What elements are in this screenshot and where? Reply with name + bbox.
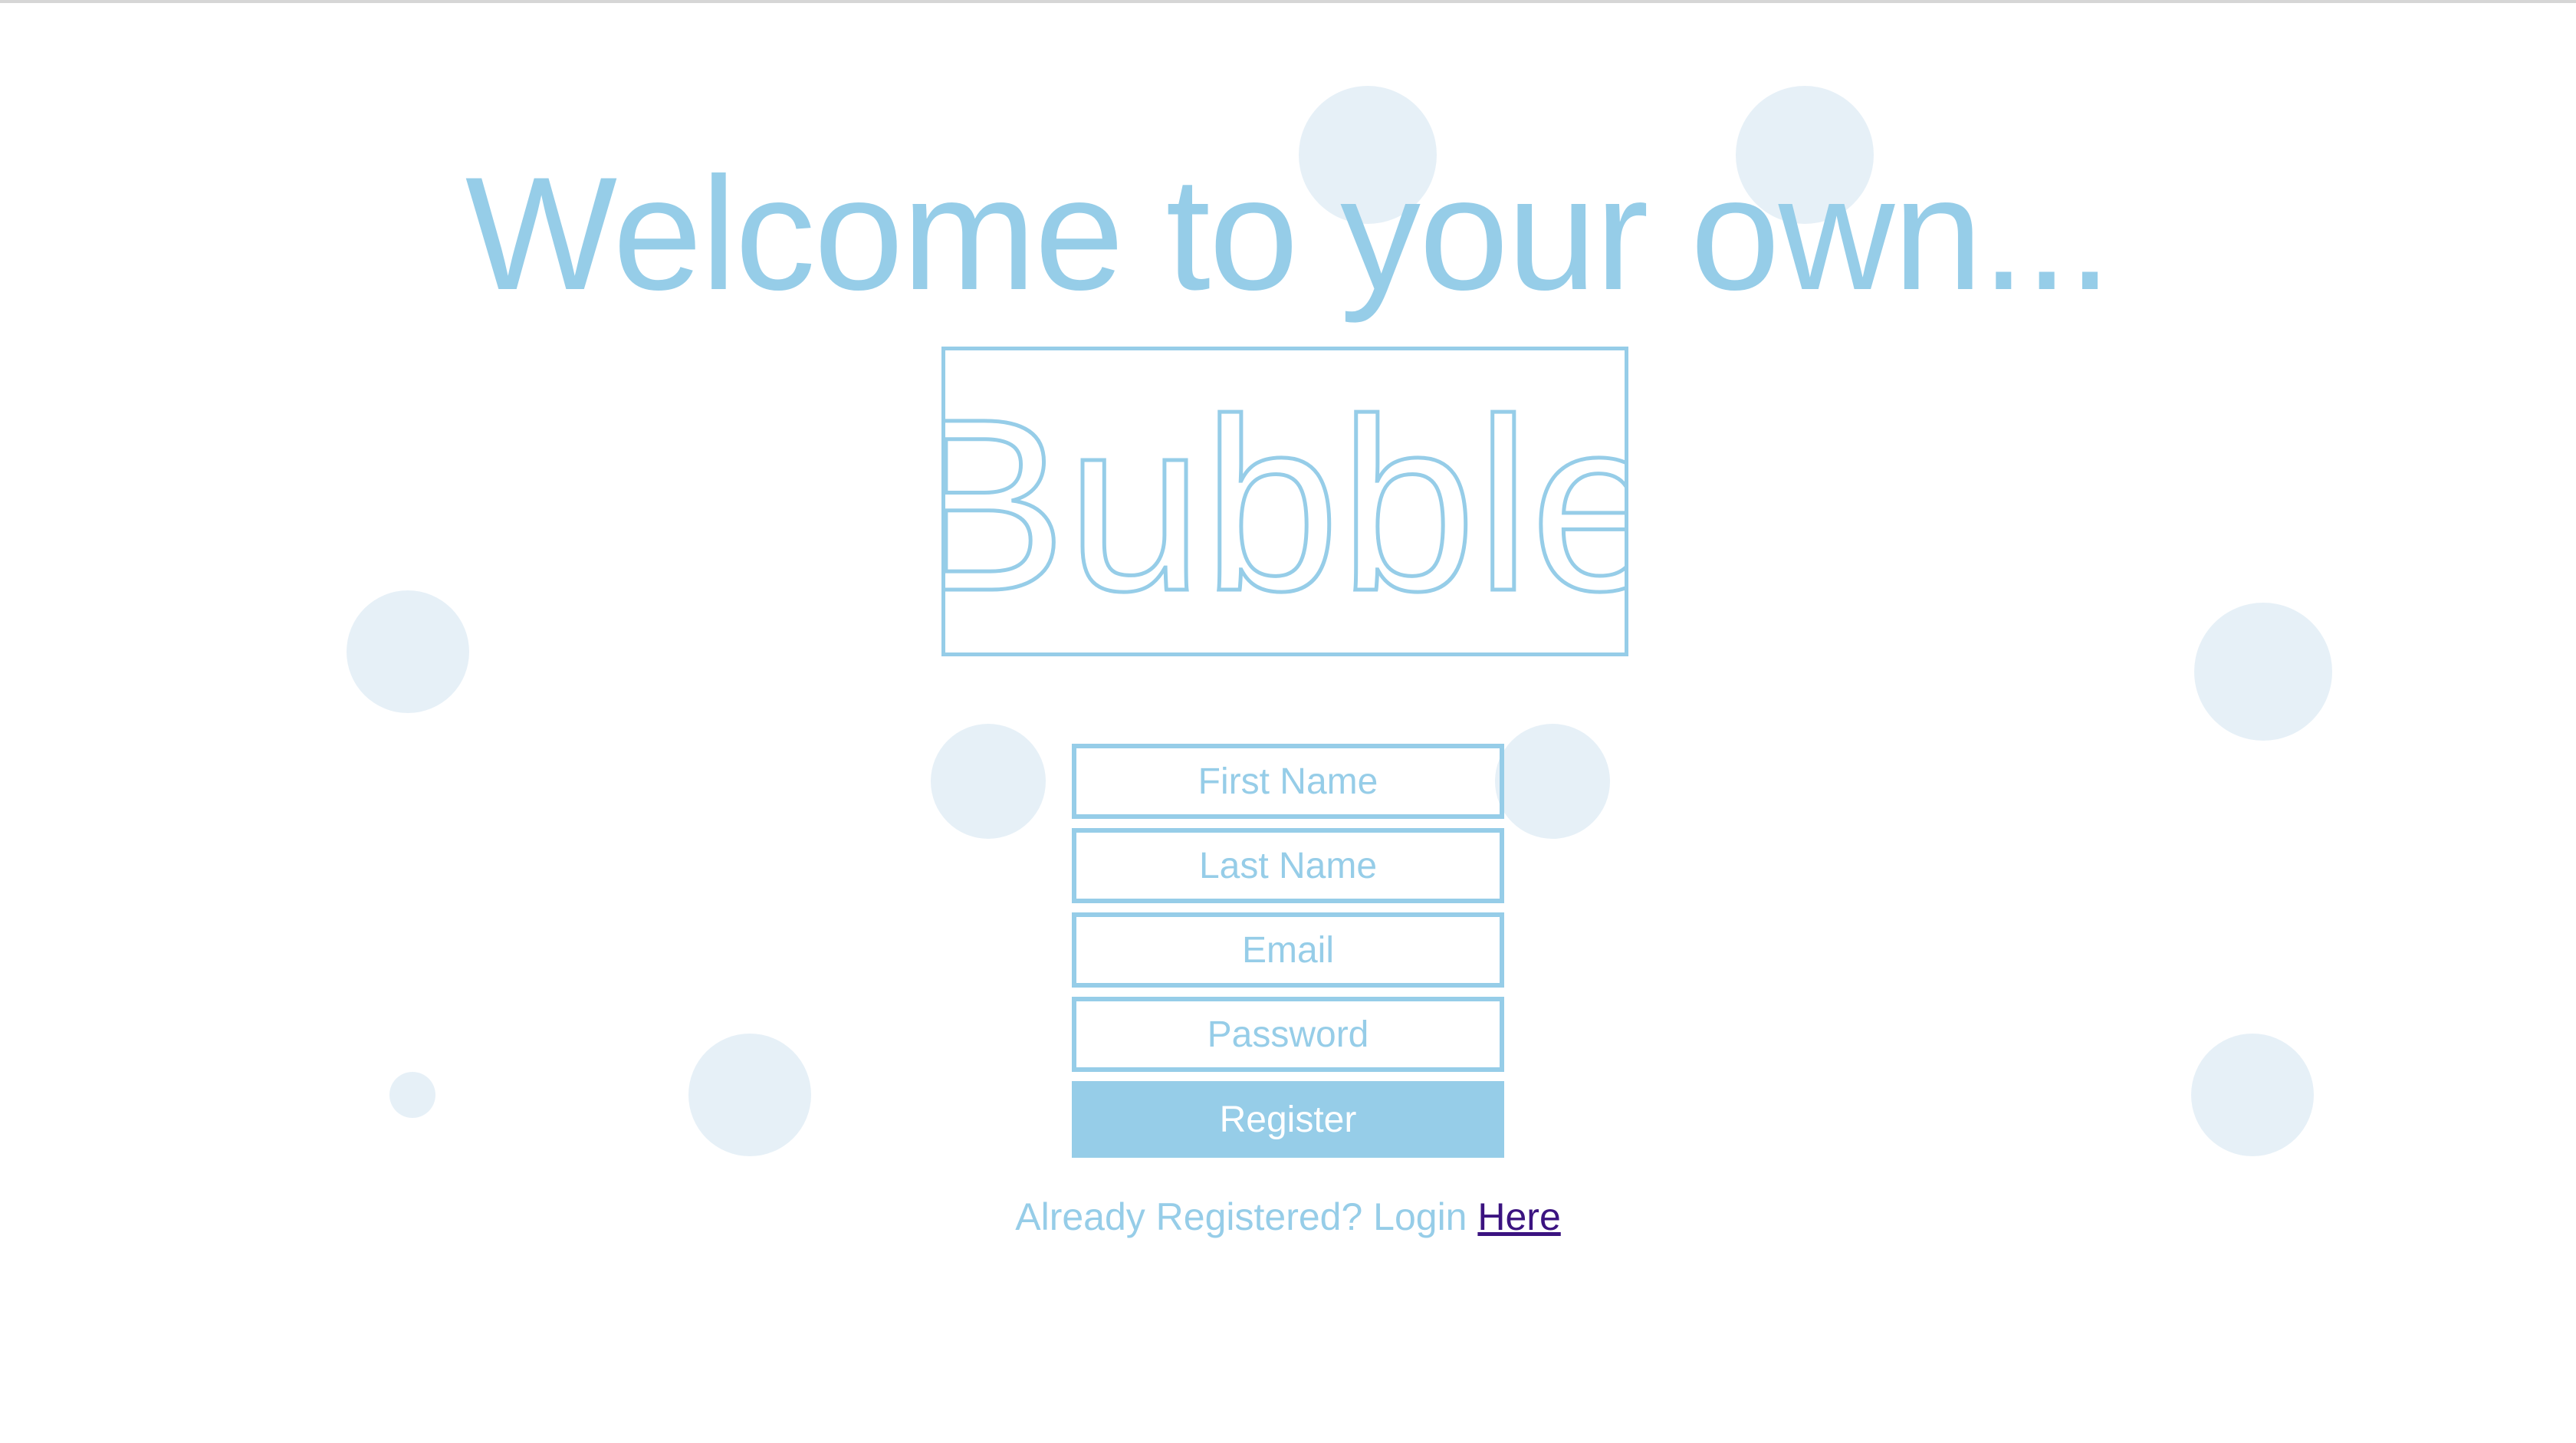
- register-button[interactable]: Register: [1072, 1081, 1504, 1158]
- logo-wordmark: Bubble: [945, 366, 1625, 644]
- first-name-input[interactable]: [1072, 744, 1504, 819]
- login-here-link[interactable]: Here: [1477, 1195, 1560, 1238]
- decorative-bubble: [2191, 1034, 2314, 1156]
- logo: Bubble: [941, 347, 1628, 656]
- email-input[interactable]: [1072, 912, 1504, 988]
- decorative-bubble: [389, 1072, 435, 1118]
- welcome-heading: Welcome to your own...: [465, 143, 2112, 324]
- decorative-bubble: [931, 724, 1046, 839]
- logo-text: Bubble: [945, 367, 1625, 642]
- login-prompt-text: Already Registered? Login: [1015, 1195, 1478, 1238]
- top-divider: [0, 0, 2576, 3]
- decorative-bubble: [1495, 724, 1610, 839]
- decorative-bubble: [347, 590, 469, 713]
- decorative-bubble: [2194, 603, 2332, 741]
- page: Welcome to your own... Bubble Register A…: [0, 0, 2576, 1443]
- register-form: Register: [1072, 744, 1504, 1158]
- last-name-input[interactable]: [1072, 828, 1504, 903]
- password-input[interactable]: [1072, 997, 1504, 1072]
- decorative-bubble: [688, 1034, 811, 1156]
- login-prompt: Already Registered? Login Here: [0, 1195, 2576, 1239]
